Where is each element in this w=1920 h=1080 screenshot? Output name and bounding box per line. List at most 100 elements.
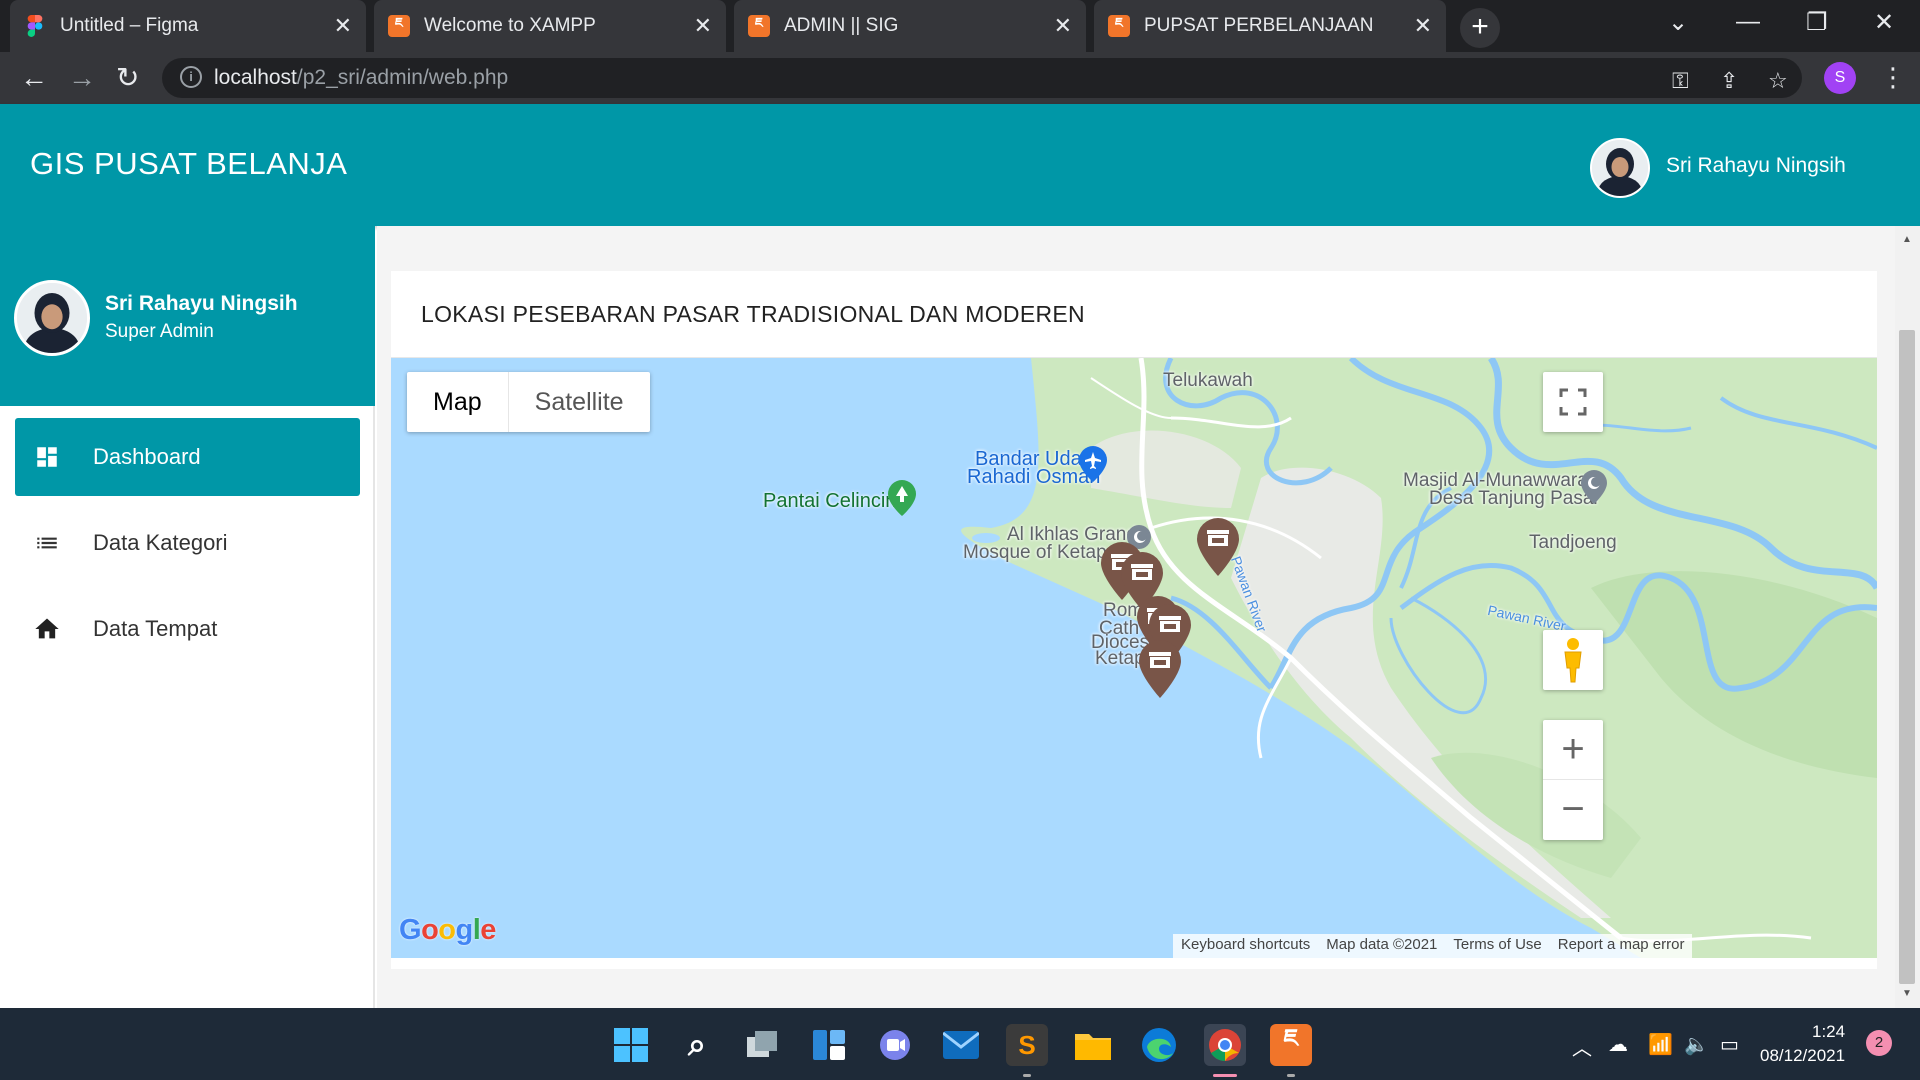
zoom-out-button[interactable]: − — [1543, 780, 1603, 840]
profile-avatar-button[interactable]: S — [1824, 62, 1856, 94]
reload-icon[interactable]: ↻ — [116, 62, 139, 94]
map-type-satellite-button[interactable]: Satellite — [509, 372, 650, 432]
tab-title: Untitled – Figma — [60, 15, 199, 36]
browser-menu-icon[interactable]: ⋮ — [1880, 62, 1906, 93]
info-icon[interactable]: i — [180, 66, 202, 88]
map-card: LOKASI PESEBARAN PASAR TRADISIONAL DAN M… — [391, 271, 1877, 969]
close-window-icon[interactable]: ✕ — [1874, 8, 1894, 37]
xampp-icon[interactable]: ཇ — [1270, 1024, 1312, 1066]
zoom-in-button[interactable]: + — [1543, 720, 1603, 780]
windows-taskbar: ⌕ S ཇ ︿ ☁ 📶 🔈 ▭ 1:24 08/12/2021 2 — [0, 1008, 1920, 1080]
sidebar-item-data-tempat[interactable]: Data Tempat — [15, 590, 360, 668]
card-title: LOKASI PESEBARAN PASAR TRADISIONAL DAN M… — [421, 301, 1085, 327]
street-view-button[interactable] — [1543, 630, 1603, 690]
browser-tab-active[interactable]: ཇ PUPSAT PERBELANJAAN ✕ — [1094, 0, 1446, 52]
google-logo: Google — [399, 914, 496, 946]
close-tab-icon[interactable]: ✕ — [694, 13, 712, 39]
browser-tab-strip: Untitled – Figma ✕ ཇ Welcome to XAMPP ✕ … — [0, 0, 1920, 52]
app-header: GIS PUSAT BELANJA Sri Rahayu Ningsih — [0, 104, 1920, 226]
figma-icon — [24, 15, 46, 37]
search-icon[interactable]: ⌕ — [676, 1024, 718, 1066]
map-label-telukawah: Telukawah — [1163, 370, 1253, 391]
new-tab-button[interactable]: + — [1460, 8, 1500, 48]
onedrive-cloud-icon[interactable]: ☁ — [1608, 1032, 1628, 1057]
url-text[interactable]: localhost/p2_sri/admin/web.php — [214, 66, 508, 90]
teams-chat-icon[interactable] — [874, 1024, 916, 1066]
park-icon[interactable] — [888, 480, 916, 516]
task-view-icon[interactable] — [742, 1024, 784, 1066]
chrome-browser-icon[interactable] — [1204, 1024, 1246, 1066]
address-bar[interactable]: i localhost/p2_sri/admin/web.php ⚿ ⇪ ☆ — [162, 58, 1802, 98]
airport-icon[interactable] — [1079, 446, 1107, 482]
key-icon[interactable]: ⚿ — [1672, 68, 1689, 94]
running-indicator — [1287, 1074, 1295, 1077]
xampp-icon: ཇ — [1108, 15, 1130, 37]
header-avatar[interactable] — [1590, 138, 1650, 198]
volume-icon[interactable]: 🔈 — [1684, 1032, 1709, 1057]
chevron-up-icon[interactable]: ︿ — [1572, 1032, 1592, 1061]
active-indicator — [1213, 1074, 1237, 1077]
sublime-text-icon[interactable]: S — [1006, 1024, 1048, 1066]
main-content: LOKASI PESEBARAN PASAR TRADISIONAL DAN M… — [377, 226, 1895, 1008]
map-type-control: Map Satellite — [407, 372, 650, 432]
edge-browser-icon[interactable] — [1138, 1024, 1180, 1066]
file-explorer-icon[interactable] — [1072, 1024, 1114, 1066]
keyboard-shortcuts-link[interactable]: Keyboard shortcuts — [1173, 934, 1318, 958]
mail-icon[interactable] — [940, 1024, 982, 1066]
sidebar-item-dashboard[interactable]: Dashboard — [15, 418, 360, 496]
scroll-up-arrow-icon[interactable]: ▲ — [1902, 234, 1912, 245]
clock-time: 1:24 — [1812, 1022, 1846, 1041]
sidebar-user-name: Sri Rahayu Ningsih — [105, 292, 298, 315]
zoom-control: + − — [1543, 720, 1603, 840]
fullscreen-icon — [1559, 388, 1587, 416]
close-tab-icon[interactable]: ✕ — [1054, 13, 1072, 39]
tab-title: Welcome to XAMPP — [424, 15, 596, 36]
scrollbar-thumb[interactable] — [1899, 330, 1915, 984]
map-type-map-button[interactable]: Map — [407, 372, 509, 432]
widgets-icon[interactable] — [808, 1024, 850, 1066]
card-header: LOKASI PESEBARAN PASAR TRADISIONAL DAN M… — [391, 271, 1877, 358]
system-clock[interactable]: 1:24 08/12/2021 — [1760, 1020, 1845, 1068]
sidebar: Sri Rahayu Ningsih Super Admin Dashboard… — [0, 226, 375, 1008]
close-tab-icon[interactable]: ✕ — [334, 13, 352, 39]
tab-search-icon[interactable]: ⌄ — [1668, 8, 1688, 37]
mosque-icon[interactable] — [1581, 470, 1607, 504]
running-indicator — [1023, 1074, 1031, 1077]
header-user-name[interactable]: Sri Rahayu Ningsih — [1666, 154, 1846, 178]
fullscreen-button[interactable] — [1543, 372, 1603, 432]
browser-tab-xampp[interactable]: ཇ Welcome to XAMPP ✕ — [374, 0, 726, 52]
sidebar-item-data-kategori[interactable]: Data Kategori — [15, 504, 360, 582]
wifi-icon[interactable]: 📶 — [1648, 1032, 1673, 1057]
browser-tab-admin[interactable]: ཇ ADMIN || SIG ✕ — [734, 0, 1086, 52]
map-data-text: Map data ©2021 — [1326, 936, 1438, 953]
clock-date: 08/12/2021 — [1760, 1046, 1846, 1065]
tab-title: ADMIN || SIG — [784, 15, 899, 36]
home-icon — [33, 615, 61, 643]
back-arrow-icon[interactable]: ← — [20, 62, 48, 94]
sidebar-profile-card: Sri Rahayu Ningsih Super Admin — [0, 226, 375, 406]
bookmark-star-icon[interactable]: ☆ — [1768, 68, 1788, 94]
notification-badge[interactable]: 2 — [1866, 1030, 1892, 1056]
list-icon — [33, 529, 61, 557]
windows-start-icon[interactable] — [610, 1024, 652, 1066]
share-icon[interactable]: ⇪ — [1720, 68, 1738, 94]
scroll-down-arrow-icon[interactable]: ▼ — [1902, 988, 1912, 999]
terms-of-use-link[interactable]: Terms of Use — [1445, 934, 1549, 958]
battery-icon[interactable]: ▭ — [1720, 1032, 1739, 1057]
google-map[interactable]: Telukawah Bandar Udara Rahadi Osman Pant… — [391, 358, 1877, 958]
xampp-icon: ཇ — [388, 15, 410, 37]
minimize-icon[interactable]: — — [1736, 8, 1760, 36]
maximize-icon[interactable]: ❐ — [1806, 8, 1828, 37]
map-label-masjid-2: Desa Tanjung Pasar — [1429, 488, 1600, 509]
map-label-beach: Pantai Celincing — [763, 490, 908, 512]
store-marker[interactable] — [1137, 638, 1183, 700]
store-marker[interactable] — [1195, 516, 1241, 578]
browser-tab-figma[interactable]: Untitled – Figma ✕ — [10, 0, 366, 52]
tab-title: PUPSAT PERBELANJAAN — [1144, 15, 1374, 36]
sidebar-user-role: Super Admin — [105, 321, 214, 342]
close-tab-icon[interactable]: ✕ — [1414, 13, 1432, 39]
dashboard-icon — [33, 443, 61, 471]
sidebar-item-label: Data Kategori — [93, 530, 228, 555]
forward-arrow-icon[interactable]: → — [68, 62, 96, 94]
report-map-error-link[interactable]: Report a map error — [1550, 934, 1693, 958]
